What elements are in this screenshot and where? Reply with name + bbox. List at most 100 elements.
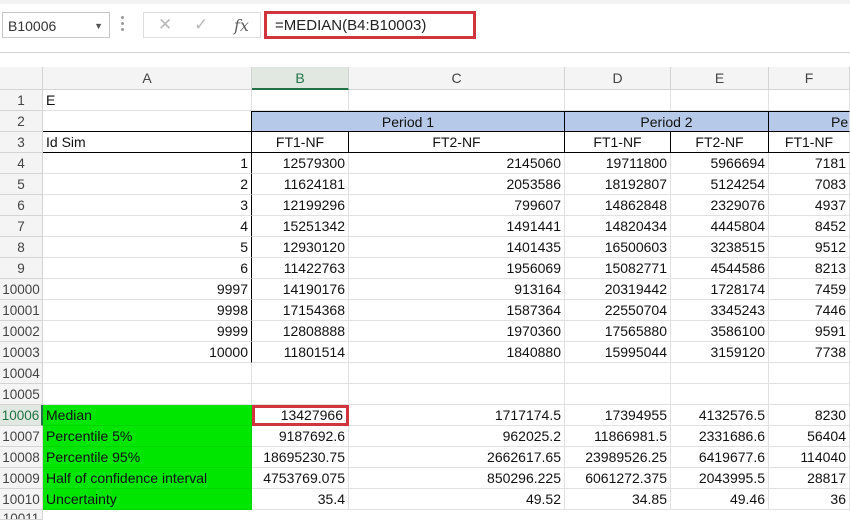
- table-cell[interactable]: 4: [43, 216, 252, 237]
- table-cell[interactable]: 19711800: [565, 153, 671, 174]
- table-cell[interactable]: 5966694: [671, 153, 769, 174]
- table-cell[interactable]: 2053586: [349, 174, 565, 195]
- period-2-header[interactable]: Period 2: [565, 111, 769, 132]
- stat-label[interactable]: Uncertainty: [43, 489, 252, 510]
- enter-icon[interactable]: ✓: [194, 15, 208, 35]
- table-cell[interactable]: 14820434: [565, 216, 671, 237]
- row-header[interactable]: 10000: [0, 279, 43, 300]
- stat-cell[interactable]: 9187692.6: [252, 426, 349, 447]
- column-header-c[interactable]: C: [349, 67, 565, 90]
- cell-a1[interactable]: E: [43, 90, 252, 111]
- stat-cell[interactable]: 2043995.5: [671, 468, 769, 489]
- row-header[interactable]: 10005: [0, 384, 43, 405]
- cell-a2[interactable]: [43, 111, 252, 132]
- table-cell[interactable]: 1728174: [671, 279, 769, 300]
- stat-cell[interactable]: 11866981.5: [565, 426, 671, 447]
- cell[interactable]: [43, 384, 252, 405]
- table-cell[interactable]: 9591: [769, 321, 850, 342]
- stat-cell[interactable]: 850296.225: [349, 468, 565, 489]
- table-cell[interactable]: 15995044: [565, 342, 671, 363]
- row-header[interactable]: 10011: [0, 510, 43, 520]
- stat-cell[interactable]: 36: [769, 489, 850, 510]
- table-cell[interactable]: 17565880: [565, 321, 671, 342]
- table-cell[interactable]: 2329076: [671, 195, 769, 216]
- ft1-nf-header[interactable]: FT1-NF: [252, 132, 349, 153]
- stat-cell[interactable]: 49.52: [349, 489, 565, 510]
- table-cell[interactable]: 1491441: [349, 216, 565, 237]
- table-cell[interactable]: 4544586: [671, 258, 769, 279]
- table-cell[interactable]: 5124254: [671, 174, 769, 195]
- row-header[interactable]: 8: [0, 237, 43, 258]
- row-header[interactable]: 10008: [0, 447, 43, 468]
- row-header[interactable]: 10002: [0, 321, 43, 342]
- table-cell[interactable]: 7738: [769, 342, 850, 363]
- row-header[interactable]: 10001: [0, 300, 43, 321]
- table-cell[interactable]: 2145060: [349, 153, 565, 174]
- stat-label[interactable]: Median: [43, 405, 252, 426]
- chevron-down-icon[interactable]: ▼: [94, 21, 103, 31]
- table-cell[interactable]: 22550704: [565, 300, 671, 321]
- ft1-nf-header[interactable]: FT1-NF: [769, 132, 850, 153]
- table-cell[interactable]: 8213: [769, 258, 850, 279]
- stat-cell[interactable]: 6061272.375: [565, 468, 671, 489]
- ft2-nf-header[interactable]: FT2-NF: [671, 132, 769, 153]
- cell[interactable]: [252, 90, 349, 111]
- stat-cell[interactable]: 49.46: [671, 489, 769, 510]
- cell[interactable]: [671, 384, 769, 405]
- stat-cell[interactable]: 18695230.75: [252, 447, 349, 468]
- cell[interactable]: [252, 384, 349, 405]
- row-header[interactable]: 10010: [0, 489, 43, 510]
- stat-cell[interactable]: 2662617.65: [349, 447, 565, 468]
- stat-cell[interactable]: 4132576.5: [671, 405, 769, 426]
- stat-cell[interactable]: 962025.2: [349, 426, 565, 447]
- cell[interactable]: [349, 363, 565, 384]
- name-box[interactable]: B10006 ▼: [2, 12, 110, 38]
- column-header-a[interactable]: A: [43, 67, 252, 90]
- cell[interactable]: [671, 90, 769, 111]
- column-header-f[interactable]: F: [769, 67, 850, 90]
- table-cell[interactable]: 3345243: [671, 300, 769, 321]
- cell[interactable]: [349, 90, 565, 111]
- table-cell[interactable]: 913164: [349, 279, 565, 300]
- stat-cell[interactable]: 4753769.075: [252, 468, 349, 489]
- table-cell[interactable]: 10000: [43, 342, 252, 363]
- table-cell[interactable]: 1: [43, 153, 252, 174]
- column-header-d[interactable]: D: [565, 67, 671, 90]
- selected-cell-median[interactable]: 13427966: [252, 405, 349, 426]
- row-header[interactable]: 4: [0, 153, 43, 174]
- table-cell[interactable]: 12808888: [252, 321, 349, 342]
- cell[interactable]: [769, 363, 850, 384]
- row-header[interactable]: 10004: [0, 363, 43, 384]
- stat-cell[interactable]: 8230: [769, 405, 850, 426]
- stat-cell[interactable]: 6419677.6: [671, 447, 769, 468]
- row-header[interactable]: 6: [0, 195, 43, 216]
- column-header-b[interactable]: B: [252, 67, 349, 90]
- table-cell[interactable]: 16500603: [565, 237, 671, 258]
- period-3-header[interactable]: Pe: [769, 111, 850, 132]
- cell[interactable]: [349, 384, 565, 405]
- stat-label[interactable]: Percentile 95%: [43, 447, 252, 468]
- table-cell[interactable]: 17154368: [252, 300, 349, 321]
- ft2-nf-header[interactable]: FT2-NF: [349, 132, 565, 153]
- table-cell[interactable]: 2: [43, 174, 252, 195]
- stat-cell[interactable]: 35.4: [252, 489, 349, 510]
- table-cell[interactable]: 7083: [769, 174, 850, 195]
- row-header[interactable]: 10009: [0, 468, 43, 489]
- table-cell[interactable]: 12579300: [252, 153, 349, 174]
- table-cell[interactable]: 1970360: [349, 321, 565, 342]
- ft1-nf-header[interactable]: FT1-NF: [565, 132, 671, 153]
- table-cell[interactable]: 18192807: [565, 174, 671, 195]
- row-header[interactable]: 5: [0, 174, 43, 195]
- table-cell[interactable]: 12930120: [252, 237, 349, 258]
- table-cell[interactable]: 9997: [43, 279, 252, 300]
- cancel-icon[interactable]: ✕: [158, 15, 172, 35]
- table-cell[interactable]: 11624181: [252, 174, 349, 195]
- table-cell[interactable]: 799607: [349, 195, 565, 216]
- row-header[interactable]: 10003: [0, 342, 43, 363]
- table-cell[interactable]: 3238515: [671, 237, 769, 258]
- cell[interactable]: [252, 363, 349, 384]
- table-cell[interactable]: 7446: [769, 300, 850, 321]
- table-cell[interactable]: 9512: [769, 237, 850, 258]
- stat-cell[interactable]: 17394955: [565, 405, 671, 426]
- table-cell[interactable]: 14190176: [252, 279, 349, 300]
